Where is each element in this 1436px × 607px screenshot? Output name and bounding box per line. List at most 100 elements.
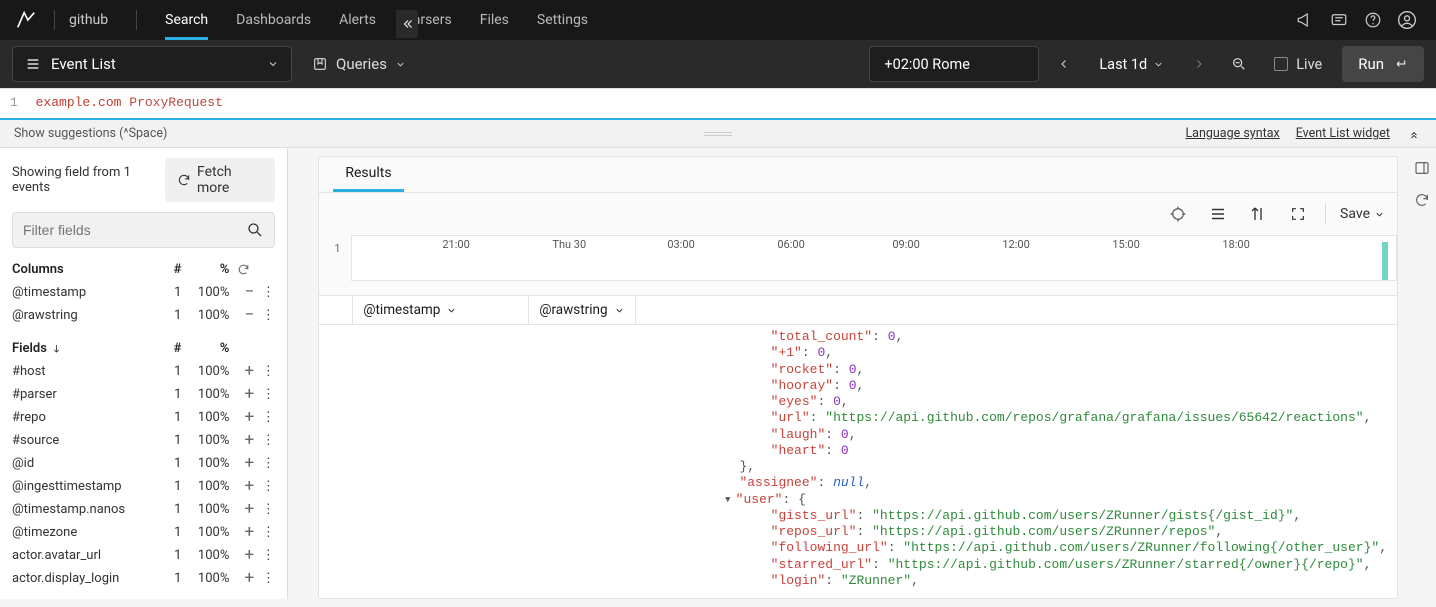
time-prev-button[interactable] [1049,46,1079,82]
field-row[interactable]: #parser1100%+⋮ [0,383,287,406]
results-body[interactable]: "total_count": 0, "+1": 0, "rocket": 0, … [319,325,1397,598]
field-percent: 100% [181,456,229,471]
field-count: 1 [151,525,181,540]
field-action-button[interactable]: + [237,501,261,518]
tab-alerts[interactable]: Alerts [325,0,390,40]
live-toggle[interactable]: Live [1264,46,1332,82]
field-more-icon[interactable]: ⋮ [261,479,275,494]
field-action-button[interactable]: + [237,455,261,472]
rail-refresh-icon[interactable] [1412,190,1432,210]
tab-dashboards[interactable]: Dashboards [222,0,325,40]
chevron-down-icon [1153,59,1164,70]
tab-files[interactable]: Files [466,0,523,40]
field-more-icon[interactable]: ⋮ [261,387,275,402]
field-row[interactable]: @rawstring1100%−⋮ [0,304,287,327]
suggestions-hint[interactable]: Show suggestions (^Space) [14,126,167,141]
announcements-icon[interactable] [1288,3,1322,37]
json-line: "rocket": 0, [349,362,1387,378]
workspace-name[interactable]: github [69,12,108,28]
field-row[interactable]: @id1100%+⋮ [0,452,287,475]
columns-header: Columns # % [0,256,287,281]
query-editor[interactable]: 1 example.com ProxyRequest [0,88,1436,120]
field-more-icon[interactable]: ⋮ [261,502,275,517]
separator [54,10,55,30]
filter-fields-input[interactable] [23,222,238,238]
field-row[interactable]: @ingesttimestamp1100%+⋮ [0,475,287,498]
sort-down-icon[interactable] [51,343,62,354]
queries-dropdown[interactable]: Queries [302,46,416,82]
fetch-more-button[interactable]: Fetch more [165,158,275,202]
field-more-icon[interactable]: ⋮ [261,571,275,586]
time-range-dropdown[interactable]: Last 1d [1089,46,1174,82]
field-count: 1 [151,548,181,563]
field-row[interactable]: actor.display_login1100%+⋮ [0,567,287,590]
field-more-icon[interactable]: ⋮ [261,285,275,300]
query-toolbar: Event List Queries +02:00 Rome Last 1d L… [0,40,1436,88]
chevron-down-icon [446,305,457,316]
field-row[interactable]: @timestamp.nanos1100%+⋮ [0,498,287,521]
field-action-button[interactable]: + [237,524,261,541]
field-action-button[interactable]: − [237,307,261,324]
zoom-out-icon[interactable] [1224,46,1254,82]
timeline-chart[interactable]: 1 21:00Thu 3003:0006:0009:0012:0015:0018… [351,235,1397,281]
time-next-button[interactable] [1184,46,1214,82]
json-line: "eyes": 0, [349,394,1387,410]
timezone-dropdown[interactable]: +02:00 Rome [869,46,1039,82]
column-rawstring[interactable]: @rawstring [529,296,635,324]
account-icon[interactable] [1390,3,1424,37]
language-syntax-link[interactable]: Language syntax [1185,126,1279,141]
field-action-button[interactable]: + [237,432,261,449]
field-row[interactable]: #repo1100%+⋮ [0,406,287,429]
field-action-button[interactable]: − [237,284,261,301]
refresh-columns-icon[interactable] [237,263,261,276]
column-timestamp[interactable]: @timestamp [353,296,529,324]
field-action-button[interactable]: + [237,409,261,426]
field-action-button[interactable]: + [237,363,261,380]
tab-search[interactable]: Search [151,0,222,40]
filter-fields-input-wrap[interactable] [12,212,275,248]
run-button[interactable]: Run [1342,46,1424,82]
messages-icon[interactable] [1322,3,1356,37]
field-row[interactable]: #source1100%+⋮ [0,429,287,452]
field-action-button[interactable]: + [237,478,261,495]
field-row[interactable]: @timezone1100%+⋮ [0,521,287,544]
fullscreen-icon[interactable] [1285,201,1311,227]
collapse-panel-button[interactable] [396,10,418,38]
view-dropdown[interactable]: Event List [12,46,292,82]
rail-panel-icon[interactable] [1412,158,1432,178]
timezone-label: +02:00 Rome [884,56,970,73]
field-name: #parser [12,387,151,402]
main-area: Showing field from 1 events Fetch more C… [0,148,1436,599]
field-row[interactable]: actor.avatar_url1100%+⋮ [0,544,287,567]
tab-label: Search [165,12,208,28]
query-token: example.com [36,95,122,110]
field-action-button[interactable]: + [237,570,261,587]
tab-settings[interactable]: Settings [523,0,602,40]
checkbox-icon [1274,57,1288,71]
field-row[interactable]: #host1100%+⋮ [0,360,287,383]
event-list-widget-link[interactable]: Event List widget [1296,126,1390,141]
fields-pct: % [181,341,229,356]
help-icon[interactable] [1356,3,1390,37]
save-dropdown[interactable]: Save [1340,206,1385,222]
collapse-toggle-icon[interactable] [1406,126,1422,142]
field-more-icon[interactable]: ⋮ [261,364,275,379]
field-more-icon[interactable]: ⋮ [261,308,275,323]
field-row[interactable]: @timestamp1100%−⋮ [0,281,287,304]
sort-icon[interactable] [1245,201,1271,227]
field-more-icon[interactable]: ⋮ [261,525,275,540]
field-action-button[interactable]: + [237,386,261,403]
field-more-icon[interactable]: ⋮ [261,433,275,448]
tab-results[interactable]: Results [333,157,403,192]
timeline-tick: 18:00 [1222,238,1249,251]
list-view-icon[interactable] [1205,201,1231,227]
timeline-tick: 12:00 [1002,238,1029,251]
field-more-icon[interactable]: ⋮ [261,456,275,471]
query-token: ProxyRequest [129,95,223,110]
product-logo-icon [12,6,40,34]
target-icon[interactable] [1165,201,1191,227]
field-more-icon[interactable]: ⋮ [261,548,275,563]
field-more-icon[interactable]: ⋮ [261,410,275,425]
field-action-button[interactable]: + [237,547,261,564]
resize-handle-icon[interactable] [704,132,732,136]
